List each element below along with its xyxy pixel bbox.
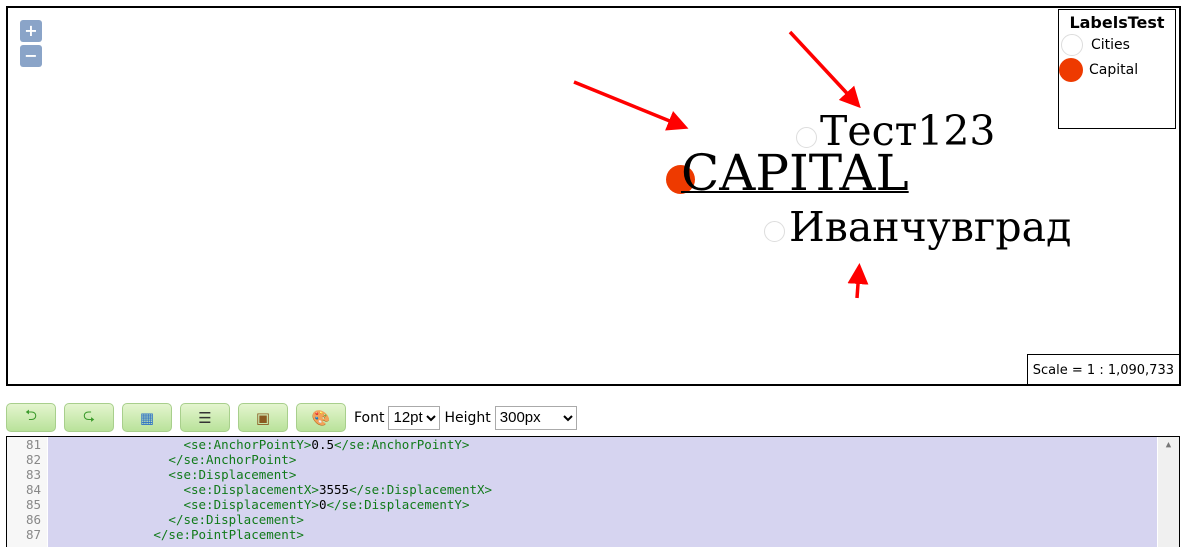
xml-tag: <se:DisplacementY> [183,497,319,512]
xml-tag: </se:AnchorPointY> [334,437,470,452]
arrow-icon [847,263,869,299]
code-line: <se:DisplacementX>3555</se:DisplacementX… [48,482,1157,497]
legend-label: Cities [1091,36,1130,53]
circle-icon [1061,33,1083,56]
xml-value: 3555 [318,482,350,497]
code-line: </se:AnchorPoint> [48,452,1157,467]
xml-tag: <se:Displacement> [168,467,297,482]
line-number: 83 [25,467,41,482]
undo-button[interactable]: ⮌ [6,403,56,432]
line-number: 87 [25,527,41,542]
scrollbar[interactable]: ▲ [1158,437,1179,547]
xml-tag: </se:DisplacementY> [326,497,470,512]
redo-icon: ⮎ [82,406,95,424]
legend-label: Capital [1089,61,1139,78]
xml-tag: </se:DisplacementX> [349,482,493,497]
palette-icon: 🎨 [311,408,331,427]
code-line: <se:DisplacementY>0</se:DisplacementY> [48,497,1157,512]
image-icon: ▣ [255,408,271,427]
xml-value: 0.5 [311,437,334,452]
code-line: </se:Displacement> [48,512,1157,527]
map-view[interactable]: + − Тест123 CAPITAL Иванчувград LabelsTe… [6,6,1181,386]
legend: LabelsTest Cities Capital [1058,9,1176,129]
line-numbers: 81 82 83 84 85 86 87 [7,437,47,547]
legend-item-capital: Capital [1059,57,1175,82]
toolbar: ⮌ ⮎ ▦ ☰ ▣ 🎨 Font 12pt Height 300px [6,403,577,432]
font-select[interactable]: 12pt [388,405,441,430]
xml-tag: <se:AnchorPointY> [183,437,312,452]
arrow-icon [788,30,861,109]
line-number: 84 [25,482,41,497]
image-button[interactable]: ▣ [238,403,288,432]
circle-icon [1059,57,1083,82]
legend-title: LabelsTest [1069,13,1165,32]
code-line: <se:Displacement> [48,467,1157,482]
xml-tag: </se:AnchorPoint> [168,452,297,467]
line-number: 85 [25,497,41,512]
code-lines[interactable]: <se:AnchorPointY>0.5</se:AnchorPointY> <… [48,437,1157,547]
undo-icon: ⮌ [24,406,37,424]
line-number: 81 [25,437,41,452]
scale-readout: Scale = 1 : 1,090,733 [1026,354,1179,384]
arrow-icon [573,80,689,131]
apply-style-icon: ▦ [139,408,155,427]
format-icon: ☰ [198,408,212,427]
code-line: </se:PointPlacement> [48,527,1157,542]
legend-item-cities: Cities [1059,32,1175,57]
height-label: Height [444,409,491,426]
xml-tag: </se:PointPlacement> [153,527,304,542]
code-line: <se:AnchorPointY>0.5</se:AnchorPointY> [48,437,1157,452]
height-select[interactable]: 300px [494,405,577,430]
line-number: 86 [25,512,41,527]
redo-button[interactable]: ⮎ [64,403,114,432]
annotation-arrows [573,30,869,299]
xml-tag: </se:Displacement> [168,512,304,527]
code-editor[interactable]: 81 82 83 84 85 86 87 <se:AnchorPointY>0.5</se:… [6,436,1180,547]
scroll-up-icon[interactable]: ▲ [1158,440,1179,450]
apply-style-button[interactable]: ▦ [122,403,172,432]
xml-tag: <se:DisplacementX> [183,482,319,497]
format-button[interactable]: ☰ [180,403,230,432]
line-number: 82 [25,452,41,467]
palette-button[interactable]: 🎨 [296,403,346,432]
font-label: Font [354,409,385,426]
